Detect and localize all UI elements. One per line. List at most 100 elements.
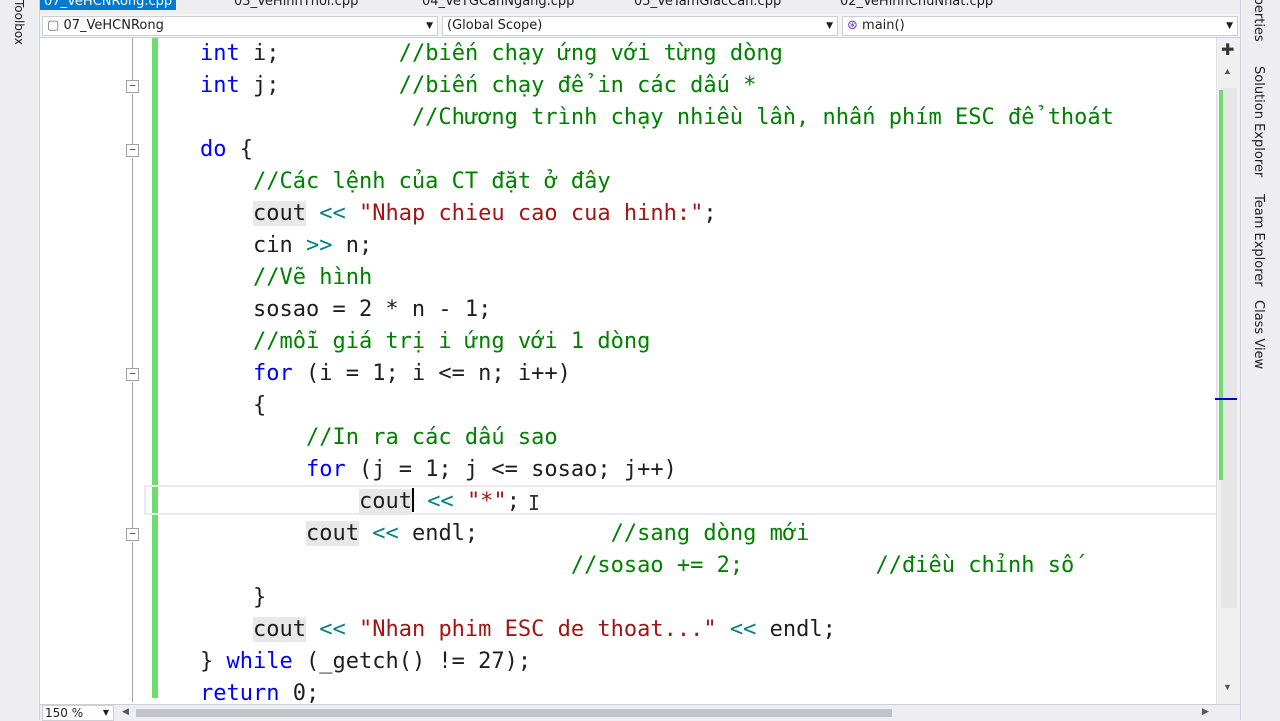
code-token: n; [332, 233, 373, 258]
code-line[interactable]: cin >> n; [200, 230, 372, 262]
code-token: endl; [398, 521, 479, 546]
code-token: j; [239, 73, 280, 98]
scroll-right-icon[interactable]: ▶ [1202, 706, 1209, 717]
fold-line [132, 542, 133, 702]
right-tool-strip: Properties Solution Explorer Team Explor… [1240, 0, 1280, 720]
code-token: << [319, 201, 346, 226]
code-token: //sosao += 2; [570, 553, 744, 578]
code-token: } [200, 585, 267, 610]
code-line[interactable]: cout << endl; //sang dòng mới [200, 518, 809, 550]
collapse-icon[interactable]: − [126, 528, 139, 541]
code-token: //mỗi giá trị i ứng với 1 dòng [252, 329, 651, 354]
code-line[interactable]: } [200, 582, 266, 614]
tab-07-vehcnrong[interactable]: 07_VeHCNRong.cpp [40, 0, 177, 10]
code-line[interactable]: //Các lệnh của CT đặt ở đây [200, 166, 611, 198]
scope-label: (Global Scope) [447, 18, 543, 33]
code-token: (j = 1; j <= sosao; j++) [345, 457, 677, 482]
scroll-down-icon[interactable]: ▼ [1223, 682, 1232, 692]
project-label: 07_VeHCNRong [63, 18, 164, 33]
code-token: } [200, 649, 227, 674]
code-token: "Nhap chieu cao cua hinh:" [358, 201, 704, 226]
fold-line [132, 158, 133, 368]
code-token: << [729, 617, 757, 642]
code-token: cout [305, 521, 359, 546]
toolbox-tab[interactable]: Toolbox [12, 0, 26, 45]
code-line[interactable]: //Chương trình chạy nhiều lần, nhấn phím… [200, 102, 1114, 134]
code-token: //Vẽ hình [252, 265, 373, 290]
code-line[interactable]: cout << "Nhap chieu cao cua hinh:"; [200, 198, 717, 230]
code-token: (i = 1; i <= n; i++) [292, 361, 571, 386]
code-line[interactable]: cout << "*"; [200, 486, 520, 518]
code-token: //điều chỉnh số [875, 553, 1075, 578]
tab-02-vehinhchunhat[interactable]: 02_VeHinhChuNhat.cpp [836, 0, 997, 10]
collapse-icon[interactable]: − [126, 144, 139, 157]
code-token: { [200, 393, 267, 418]
scroll-left-icon[interactable]: ◀ [122, 706, 129, 717]
tab-05-vetamgiaccan[interactable]: 05_VeTamGiacCan.cpp [630, 0, 785, 10]
function-dropdown[interactable]: ⊛ main() ▼ [842, 16, 1238, 36]
code-line[interactable]: //Vẽ hình [200, 262, 372, 294]
collapse-icon[interactable]: − [126, 368, 139, 381]
code-line[interactable]: //mỗi giá trị i ứng với 1 dòng [200, 326, 650, 358]
split-window-icon[interactable]: ✚ [1221, 40, 1234, 60]
scrollbar-thumb[interactable] [1221, 88, 1237, 608]
horizontal-scrollbar-thumb[interactable] [136, 709, 892, 717]
class-view-tab[interactable]: Class View [1251, 300, 1266, 369]
tab-03-vehinhthoi[interactable]: 03_VeHinhThoi.cpp [230, 0, 362, 10]
tab-04-vetgcanngang[interactable]: 04_VeTGCanNgang.cpp [418, 0, 578, 10]
code-token: int [200, 73, 240, 98]
code-line[interactable]: //In ra các dấu sao [200, 422, 558, 454]
code-line[interactable]: //sosao += 2; //điều chỉnh số [200, 550, 1074, 582]
scroll-up-icon[interactable]: ▲ [1223, 66, 1232, 76]
vertical-scrollbar[interactable]: ✚ ▲ ▼ [1215, 38, 1240, 704]
code-token: //biến chạy để in các dấu * [398, 73, 757, 98]
code-token: (_getch() != 27); [292, 649, 532, 674]
code-token: cin [200, 233, 306, 258]
chevron-down-icon: ▼ [1226, 21, 1233, 31]
code-line[interactable]: int j; //biến chạy để in các dấu * [200, 70, 756, 102]
code-token: return [200, 681, 280, 706]
code-line[interactable]: int i; //biến chạy ứng với từng dòng [200, 38, 783, 70]
code-line[interactable]: } while (_getch() != 27); [200, 646, 531, 678]
change-tracking-bar [152, 38, 158, 698]
horizontal-scroll-bar: 150 % ▼ ◀ ▶ [40, 704, 1240, 721]
code-token: ; [506, 489, 520, 514]
code-line[interactable]: { [200, 390, 266, 422]
project-dropdown[interactable]: ▢ 07_VeHCNRong ▼ [42, 16, 438, 36]
code-token: << [319, 617, 346, 642]
properties-tab[interactable]: Properties [1251, 0, 1266, 42]
code-token: do [200, 137, 227, 162]
chevron-down-icon: ▼ [102, 708, 109, 717]
code-editor[interactable]: − − − − int i; //biến chạy ứng với từng … [40, 38, 1240, 706]
function-label: main() [862, 18, 905, 33]
collapse-icon[interactable]: − [126, 80, 139, 93]
code-line[interactable]: for (j = 1; j <= sosao; j++) [200, 454, 677, 486]
scope-dropdown[interactable]: (Global Scope) ▼ [442, 16, 838, 36]
fold-line [132, 94, 133, 144]
team-explorer-tab[interactable]: Team Explorer [1251, 194, 1266, 287]
code-token: for [305, 457, 346, 482]
code-line[interactable]: sosao = 2 * n - 1; [200, 294, 491, 326]
zoom-dropdown[interactable]: 150 % ▼ [42, 705, 114, 721]
solution-explorer-tab[interactable]: Solution Explorer [1251, 66, 1266, 177]
code-line[interactable]: cout << "Nhan phim ESC de thoat..." << e… [200, 614, 836, 646]
code-token: << [427, 489, 454, 514]
toolbox-strip[interactable]: Toolbox [0, 0, 40, 720]
code-token: //Các lệnh của CT đặt ở đây [252, 169, 611, 194]
code-line[interactable]: do { [200, 134, 253, 166]
code-line[interactable]: for (i = 1; i <= n; i++) [200, 358, 571, 390]
